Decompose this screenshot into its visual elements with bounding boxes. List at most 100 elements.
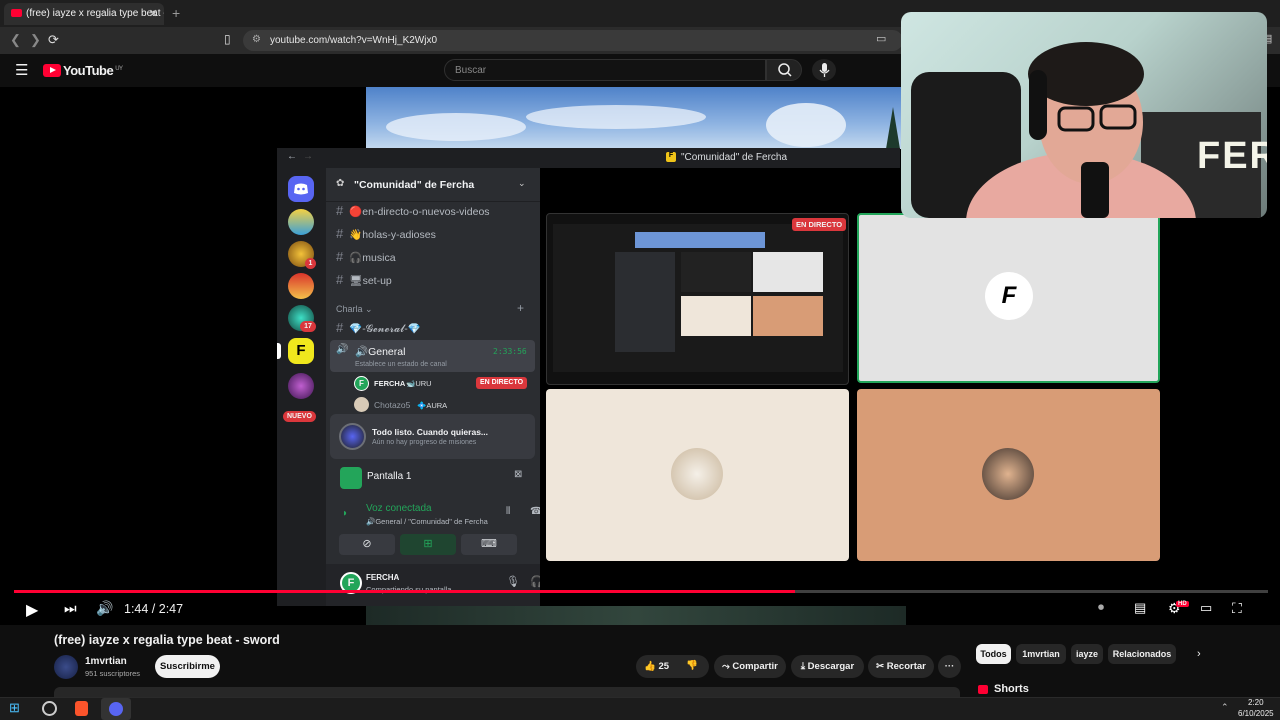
channel-item[interactable]: # 🖥set-up bbox=[336, 272, 392, 287]
next-icon[interactable]: ⏭ bbox=[64, 600, 77, 617]
chip-related[interactable]: Relacionados bbox=[1108, 644, 1176, 664]
volume-icon[interactable]: 🔊 bbox=[96, 600, 113, 617]
voice-user-row[interactable]: Chotazo5 💠AURA bbox=[354, 397, 538, 413]
server-icon-fercha[interactable]: F bbox=[288, 338, 314, 364]
user-name: FERCHA bbox=[366, 573, 400, 582]
server-header[interactable]: ✿ "Comunidad" de Fercha ⌄ bbox=[326, 168, 540, 202]
soundboard-button[interactable] bbox=[522, 534, 535, 555]
channel-status-hint[interactable]: Establece un estado de canal bbox=[355, 361, 447, 368]
share-screen-button[interactable]: ⊞ bbox=[400, 534, 456, 555]
system-tray-chevron-icon[interactable]: ⌃ bbox=[1221, 702, 1229, 713]
new-tab-icon[interactable]: + bbox=[172, 5, 180, 21]
voice-connected-label[interactable]: Voz conectada bbox=[366, 503, 432, 514]
channel-name[interactable]: 1mvrtian bbox=[85, 656, 127, 667]
search-button[interactable] bbox=[766, 59, 802, 81]
brave-icon[interactable] bbox=[75, 701, 88, 716]
hamburger-menu-icon[interactable]: ☰ bbox=[15, 61, 28, 79]
youtube-logo-icon[interactable] bbox=[43, 64, 61, 77]
microphone-icon[interactable]: 🎙 bbox=[506, 575, 520, 588]
url-text: youtube.com/watch?v=WnHj_K2Wjx0 bbox=[270, 35, 438, 46]
user-panel: F FERCHA Compartiendo su pantalla 🎙 🎧 bbox=[326, 564, 544, 606]
chip-channel[interactable]: 1mvrtian bbox=[1016, 644, 1066, 664]
discord-forward-icon[interactable]: → bbox=[303, 151, 313, 162]
discord-titlebar: ← → F "Comunidad" de Fercha bbox=[277, 148, 900, 168]
discord-window[interactable]: ← → F "Comunidad" de Fercha 1 17 F NUEVO… bbox=[277, 148, 1160, 606]
back-icon[interactable]: ❮ bbox=[10, 32, 21, 48]
voice-user-row[interactable]: F FERCHA 🐋URU EN DIRECTO bbox=[354, 376, 538, 392]
video-sky-background bbox=[366, 87, 906, 149]
windows-start-icon[interactable]: ⊞ bbox=[9, 700, 20, 716]
server-icon-3[interactable] bbox=[288, 273, 314, 299]
camera-off-button[interactable]: ⊘ bbox=[339, 534, 395, 555]
live-badge: EN DIRECTO bbox=[476, 377, 528, 389]
category-header[interactable]: Charla ⌄ bbox=[336, 304, 373, 315]
stream-tile[interactable]: EN DIRECTO bbox=[546, 213, 849, 385]
noise-suppression-icon[interactable]: ⫴ bbox=[506, 506, 510, 517]
voice-timer: 2:33:56 bbox=[493, 347, 527, 356]
server-icon-1[interactable] bbox=[288, 209, 314, 235]
live-badge: EN DIRECTO bbox=[792, 218, 847, 231]
hash-icon: # bbox=[336, 203, 344, 218]
chevron-down-icon[interactable]: ⌄ bbox=[518, 178, 526, 189]
hash-icon: # bbox=[336, 226, 344, 241]
server-settings-icon: ✿ bbox=[336, 178, 345, 189]
subscribe-button[interactable]: Suscribirme bbox=[155, 655, 220, 678]
stream-preview bbox=[553, 224, 843, 372]
time-display: 1:44 / 2:47 bbox=[124, 602, 184, 616]
mission-subtitle: Aún no hay progreso de misiones bbox=[372, 439, 477, 446]
download-button[interactable]: ⤓ Descargar bbox=[791, 655, 864, 678]
reload-icon[interactable]: ⟳ bbox=[48, 32, 59, 48]
video-bottom-scene bbox=[366, 606, 906, 625]
user-tile[interactable] bbox=[857, 389, 1160, 561]
like-button[interactable]: 👍 25 bbox=[644, 661, 669, 672]
server-icon-5[interactable] bbox=[288, 373, 314, 399]
chips-next-icon[interactable]: › bbox=[1197, 648, 1201, 660]
share-button[interactable]: ⤳ Compartir bbox=[714, 655, 786, 678]
bookmark-icon[interactable]: ▯ bbox=[224, 32, 231, 46]
discord-logo-icon bbox=[294, 183, 308, 195]
cast-icon[interactable]: ▭ bbox=[876, 32, 886, 45]
discord-back-icon[interactable]: ← bbox=[287, 151, 297, 162]
channel-item[interactable]: # 💎-𝓖𝓮𝓷𝓮𝓻𝓪𝓵-💎 bbox=[336, 320, 421, 336]
video-progress-bar[interactable] bbox=[14, 590, 1268, 593]
video-progress-fill bbox=[14, 590, 796, 593]
browser-tab[interactable]: (free) iayze x regalia type beat - ✕ bbox=[4, 3, 164, 25]
clock-date[interactable]: 6/10/2025 bbox=[1238, 709, 1274, 718]
obs-icon[interactable] bbox=[42, 701, 57, 716]
stop-stream-icon[interactable]: ⊠ bbox=[514, 469, 522, 480]
site-settings-icon[interactable]: ⚙ bbox=[252, 34, 261, 45]
forward-icon[interactable]: ❯ bbox=[30, 32, 41, 48]
voice-search-button[interactable] bbox=[812, 59, 836, 81]
chip-all[interactable]: Todos bbox=[976, 644, 1011, 664]
activities-button[interactable]: ⌨ bbox=[461, 534, 517, 555]
user-tile-avatar bbox=[982, 448, 1034, 500]
channel-item[interactable]: # 🎧musica bbox=[336, 249, 396, 264]
chip-iayze[interactable]: iayze bbox=[1071, 644, 1103, 664]
user-tile-fercha[interactable]: F bbox=[857, 213, 1160, 383]
clock-time[interactable]: 2:20 bbox=[1248, 698, 1264, 707]
youtube-logo-text[interactable]: YouTube UY bbox=[63, 63, 123, 78]
autoplay-toggle[interactable]: ⏺ bbox=[1098, 600, 1104, 615]
screen-share-row[interactable]: Pantalla 1 ⊠ bbox=[330, 464, 535, 490]
close-tab-icon[interactable]: ✕ bbox=[149, 7, 158, 20]
signal-icon[interactable]: ◗ bbox=[342, 508, 348, 519]
url-field[interactable]: ⚙ youtube.com/watch?v=WnHj_K2Wjx0 bbox=[243, 30, 903, 51]
more-actions-button[interactable]: ··· bbox=[938, 655, 961, 678]
theater-mode-icon[interactable]: ▭ bbox=[1200, 600, 1212, 616]
add-channel-icon[interactable]: + bbox=[517, 301, 524, 315]
discord-home-button[interactable] bbox=[288, 176, 314, 202]
channel-avatar[interactable] bbox=[54, 655, 78, 679]
mission-card[interactable]: Todo listo. Cuando quieras... Aún no hay… bbox=[330, 414, 535, 459]
user-tile[interactable] bbox=[546, 389, 849, 561]
clip-button[interactable]: ✂ Recortar bbox=[868, 655, 934, 678]
subtitles-icon[interactable]: ▤ bbox=[1134, 600, 1146, 616]
voice-location[interactable]: 🔊General / "Comunidad" de Fercha bbox=[366, 517, 488, 526]
description-box[interactable] bbox=[54, 687, 960, 697]
voice-channel-general[interactable]: 🔊 🔊General 2:33:56 Establece un estado d… bbox=[330, 340, 535, 372]
search-input[interactable]: Buscar bbox=[444, 59, 766, 81]
dislike-button[interactable]: 👎 bbox=[686, 660, 698, 671]
fullscreen-icon[interactable]: ⛶ bbox=[1232, 600, 1242, 617]
channel-item[interactable]: # 🔴en-directo-o-nuevos-videos bbox=[336, 203, 490, 218]
channel-item[interactable]: # 👋holas-y-adioses bbox=[336, 226, 436, 241]
play-icon[interactable]: ▶ bbox=[26, 600, 38, 620]
